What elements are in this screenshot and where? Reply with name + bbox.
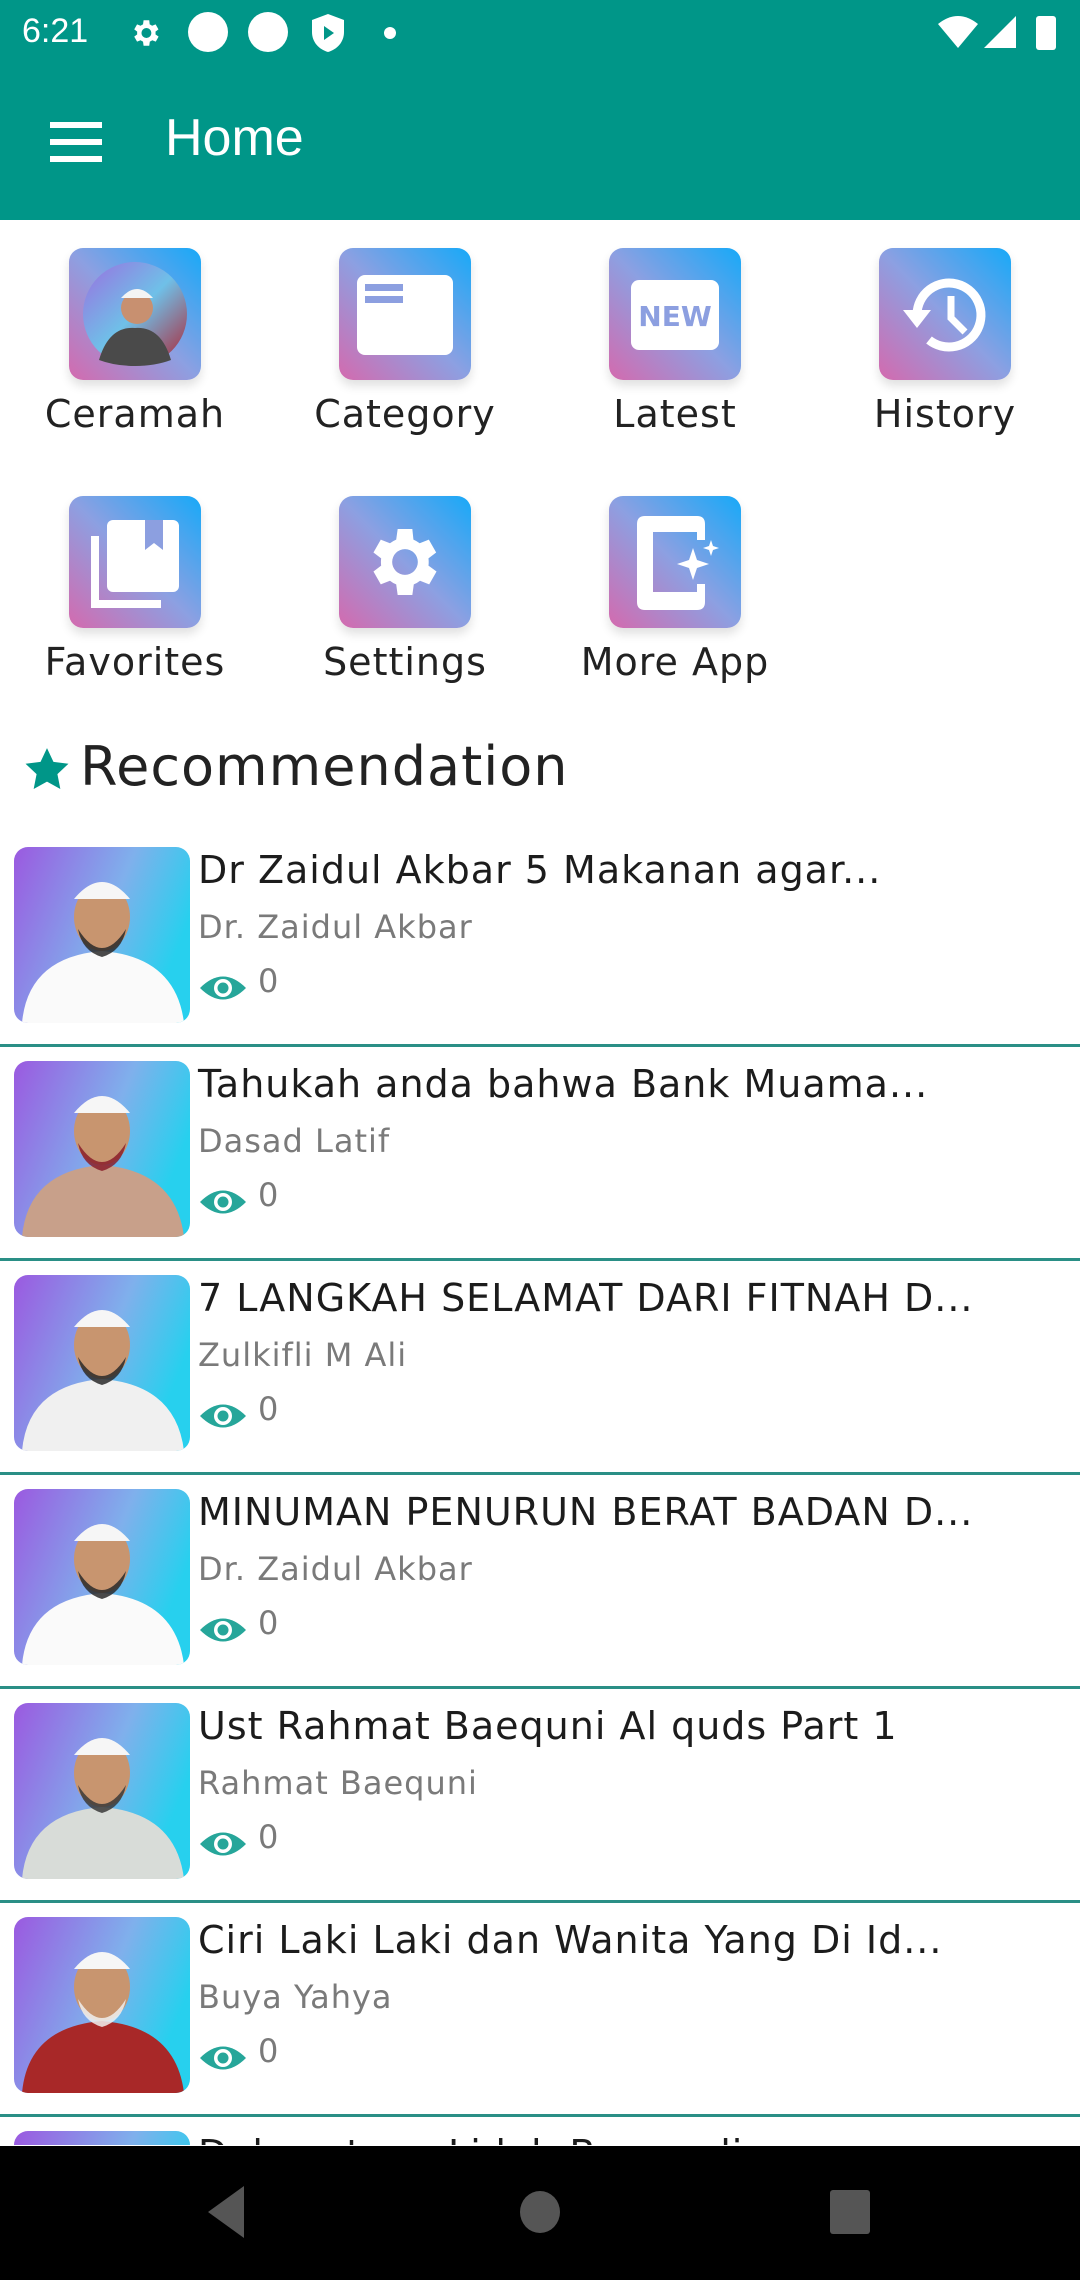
view-count: 0 — [258, 1604, 279, 1642]
menu-label: More App — [580, 640, 770, 684]
status-time: 6:21 — [22, 12, 89, 50]
circle-notification-icon — [188, 12, 228, 52]
recents-icon[interactable] — [810, 2182, 890, 2242]
item-title: MINUMAN PENURUN BERAT BADAN D... — [198, 1490, 974, 1534]
item-author: Buya Yahya — [198, 1978, 393, 2016]
new-badge-icon: NEW — [609, 248, 741, 380]
menu-label: Favorites — [44, 640, 226, 684]
cell-signal-icon — [984, 16, 1016, 48]
item-author: Dr. Zaidul Akbar — [198, 1550, 473, 1588]
view-count: 0 — [258, 1818, 279, 1856]
menu-item-category[interactable]: Category — [270, 220, 540, 460]
menu-item-history[interactable]: History — [810, 220, 1080, 460]
page-title: Home — [165, 109, 304, 167]
recommendation-list[interactable]: Dr Zaidul Akbar 5 Makanan agar... Dr. Zai… — [0, 830, 1080, 2145]
system-nav-bar — [0, 2146, 1080, 2280]
eye-icon — [200, 1404, 246, 1428]
hamburger-icon[interactable] — [50, 122, 102, 162]
back-icon[interactable] — [186, 2182, 266, 2242]
thumbnail-image — [14, 1061, 190, 1237]
eye-icon — [200, 1618, 246, 1642]
item-title: Dr Zaidul Akbar 5 Makanan agar... — [198, 848, 882, 892]
battery-icon — [1036, 16, 1056, 50]
item-title: Tahukah anda bahwa Bank Muama... — [198, 1062, 929, 1106]
eye-icon — [200, 976, 246, 1000]
item-author: Rahmat Baequni — [198, 1764, 478, 1802]
thumbnail-image — [14, 1703, 190, 1879]
item-title: Ust Rahmat Baequni Al quds Part 1 — [198, 1704, 898, 1748]
dot-icon — [384, 27, 396, 39]
menu-item-favorites[interactable]: Favorites — [0, 468, 270, 708]
eye-icon — [200, 1832, 246, 1856]
menu-label: Settings — [323, 640, 487, 684]
list-item[interactable]: 7 LANGKAH SELAMAT DARI FITNAH D... Zulkif… — [0, 1258, 1080, 1475]
menu-item-latest[interactable]: NEW Latest — [540, 220, 810, 460]
menu-item-more-app[interactable]: More App — [540, 468, 810, 708]
thumbnail-image — [14, 1489, 190, 1665]
thumbnail-image — [14, 2131, 190, 2145]
app-toolbar: Home — [0, 64, 1080, 220]
section-title: Recommendation — [80, 735, 569, 798]
phone-sparkle-icon — [609, 496, 741, 628]
view-count: 0 — [258, 1390, 279, 1428]
list-item[interactable]: MINUMAN PENURUN BERAT BADAN D... Dr. Zaid… — [0, 1472, 1080, 1689]
list-item[interactable]: Ciri Laki Laki dan Wanita Yang Di Id... B… — [0, 1900, 1080, 2117]
list-item[interactable]: Dr Zaidul Akbar 5 Makanan agar... Dr. Zai… — [0, 830, 1080, 1047]
category-card-icon — [339, 248, 471, 380]
wifi-icon — [938, 16, 978, 48]
menu-item-settings[interactable]: Settings — [270, 468, 540, 708]
list-item[interactable]: Dahsyatnya Lidah Buaya di saaran... — [0, 2114, 1080, 2145]
status-bar: 6:21 — [0, 0, 1080, 64]
item-author: Dr. Zaidul Akbar — [198, 908, 473, 946]
thumbnail-image — [14, 1275, 190, 1451]
menu-label: Ceramah — [44, 392, 226, 436]
item-title: 7 LANGKAH SELAMAT DARI FITNAH D... — [198, 1276, 974, 1320]
star-icon — [25, 748, 69, 789]
menu-label: Category — [314, 392, 496, 436]
item-author: Dasad Latif — [198, 1122, 391, 1160]
view-count: 0 — [258, 2032, 279, 2070]
bookmark-library-icon — [69, 496, 201, 628]
menu-label: History — [873, 392, 1017, 436]
list-item[interactable]: Tahukah anda bahwa Bank Muama... Dasad La… — [0, 1044, 1080, 1261]
circle-notification-icon — [248, 12, 288, 52]
eye-icon — [200, 1190, 246, 1214]
view-count: 0 — [258, 1176, 279, 1214]
thumbnail-image — [14, 1917, 190, 2093]
speaker-photo-icon — [69, 248, 201, 380]
item-title: Ciri Laki Laki dan Wanita Yang Di Id... — [198, 1918, 943, 1962]
home-icon[interactable] — [500, 2182, 580, 2242]
new-badge-text: NEW — [638, 300, 712, 333]
list-item[interactable]: Ust Rahmat Baequni Al quds Part 1 Rahmat … — [0, 1686, 1080, 1903]
item-title: Dahsyatnya Lidah Buaya di saaran... — [198, 2132, 931, 2145]
menu-item-ceramah[interactable]: Ceramah — [0, 220, 270, 460]
gear-icon — [339, 496, 471, 628]
thumbnail-image — [14, 847, 190, 1023]
item-author: Zulkifli M Ali — [198, 1336, 408, 1374]
history-clock-icon — [879, 248, 1011, 380]
menu-grid: Ceramah Category NEW Latest History Favo… — [0, 220, 1080, 720]
gear-icon — [134, 20, 159, 46]
view-count: 0 — [258, 962, 279, 1000]
shield-play-icon — [312, 14, 344, 52]
menu-label: Latest — [613, 392, 737, 436]
eye-icon — [200, 2046, 246, 2070]
